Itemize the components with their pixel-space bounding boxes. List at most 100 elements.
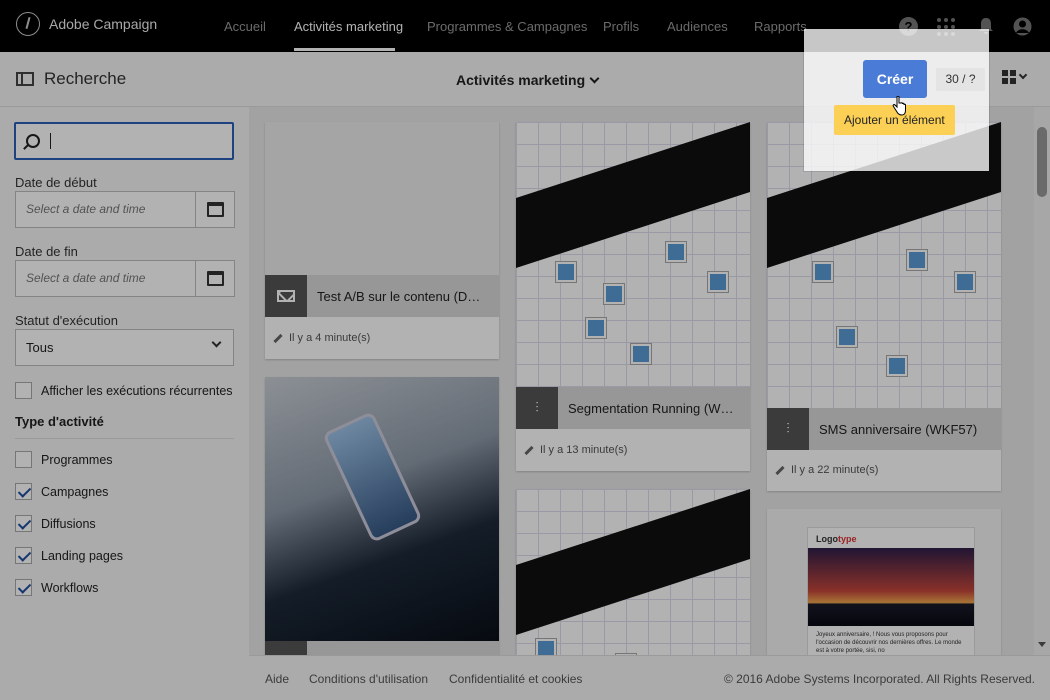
start-date-calendar-button[interactable]: [195, 192, 234, 227]
hand-cursor-icon: [892, 96, 906, 116]
card-title-bar: ⫶ SMS anniversaire (WKF57): [767, 408, 1001, 450]
search-icon: [26, 134, 40, 148]
nav-item-programmes-campagnes[interactable]: Programmes & Campagnes: [427, 19, 587, 34]
email-icon: [265, 275, 307, 317]
card-modified-time: Il y a 4 minute(s): [289, 332, 371, 344]
diffusions-label: Diffusions: [41, 516, 96, 531]
pencil-icon: [524, 445, 534, 455]
sidebar-panel-icon: [16, 72, 34, 86]
activity-type-campagnes[interactable]: Campagnes: [15, 483, 108, 500]
card-title-bar: Test A/B sur le contenu (DM...: [265, 275, 499, 317]
card-title-bar: [265, 641, 499, 655]
nav-item-audiences[interactable]: Audiences: [667, 19, 728, 34]
card-title: Test A/B sur le contenu (DM...: [317, 288, 487, 304]
nav-item-activites-marketing[interactable]: Activités marketing: [294, 19, 403, 34]
birthday-email-preview: Logotype Joyeux anniversaire, ! Nous vou…: [807, 527, 975, 655]
card-thumbnail: [516, 122, 750, 387]
activity-card[interactable]: ⫶ Segmentation Running (WK... Il y a 13 …: [516, 122, 750, 471]
scrollbar-thumb[interactable]: [1037, 127, 1047, 197]
text-caret: [50, 133, 51, 149]
end-date-field[interactable]: Select a date and time: [15, 260, 235, 297]
activity-type-programmes[interactable]: Programmes: [15, 451, 113, 468]
card-thumbnail: [265, 122, 499, 275]
activity-type-workflows[interactable]: Workflows: [15, 579, 98, 596]
workflows-checkbox[interactable]: [15, 579, 32, 596]
workflow-icon: ⫶: [516, 387, 558, 429]
recurring-executions-label: Afficher les exécutions récurrentes: [41, 383, 233, 398]
recurring-executions-option[interactable]: Afficher les exécutions récurrentes: [15, 382, 233, 399]
activity-type-landing-pages[interactable]: Landing pages: [15, 547, 123, 564]
status-select[interactable]: Tous: [15, 329, 234, 366]
status-label: Statut d'exécution: [15, 313, 118, 328]
card-meta: Il y a 4 minute(s): [273, 332, 370, 344]
activity-grid: Test A/B sur le contenu (DM... Il y a 4 …: [249, 107, 1034, 655]
activity-type-diffusions[interactable]: Diffusions: [15, 515, 96, 532]
end-date-calendar-button[interactable]: [195, 261, 234, 296]
app-name: Adobe Campaign: [49, 16, 158, 32]
search-panel-toggle[interactable]: Recherche: [16, 69, 126, 89]
footer-link-help[interactable]: Aide: [265, 672, 289, 686]
card-title: SMS anniversaire (WKF57): [819, 421, 978, 437]
card-thumbnail: [265, 377, 499, 641]
footer-link-terms[interactable]: Conditions d'utilisation: [309, 672, 428, 686]
email-icon: [265, 641, 307, 655]
chevron-down-icon: [589, 73, 600, 83]
main-scrollbar[interactable]: [1034, 107, 1050, 655]
footer-link-privacy[interactable]: Confidentialité et cookies: [449, 672, 582, 686]
chevron-down-icon: [1018, 70, 1028, 80]
card-thumbnail: [516, 489, 750, 655]
recurring-executions-checkbox[interactable]: [15, 382, 32, 399]
footer: Aide Conditions d'utilisation Confidenti…: [249, 655, 1050, 700]
activity-card[interactable]: [265, 377, 499, 655]
brand[interactable]: Adobe Campaign: [16, 12, 157, 36]
sunset-image: [808, 548, 974, 626]
search-input[interactable]: [14, 122, 234, 160]
scroll-down-icon[interactable]: [1038, 642, 1046, 647]
campagnes-label: Campagnes: [41, 484, 109, 499]
diffusions-checkbox[interactable]: [15, 515, 32, 532]
divider: [15, 438, 234, 439]
pencil-icon: [273, 333, 283, 343]
birthday-email-text: Joyeux anniversaire, ! Nous vous proposo…: [816, 632, 962, 654]
chevron-down-icon: [211, 337, 222, 348]
user-icon[interactable]: [1013, 17, 1032, 36]
activity-card[interactable]: ⫶ SMS anniversaire (WKF57) Il y a 22 min…: [767, 122, 1001, 491]
programmes-label: Programmes: [41, 452, 113, 467]
calendar-icon: [206, 271, 224, 286]
card-meta: Il y a 13 minute(s): [524, 444, 627, 456]
view-selector[interactable]: Activités marketing: [456, 72, 600, 88]
nav-item-rapports[interactable]: Rapports: [754, 19, 807, 34]
end-date-label: Date de fin: [15, 244, 78, 259]
filter-sidebar: Date de début Select a date and time Dat…: [0, 107, 249, 700]
activity-card[interactable]: Logotype Joyeux anniversaire, ! Nous vou…: [767, 509, 1001, 655]
card-title: Segmentation Running (WK...: [568, 400, 738, 416]
pencil-icon: [775, 465, 785, 475]
start-date-field[interactable]: Select a date and time: [15, 191, 235, 228]
calendar-icon: [206, 202, 224, 217]
card-modified-time: Il y a 22 minute(s): [791, 464, 879, 476]
view-switcher[interactable]: [1002, 70, 1028, 84]
create-button-highlighted[interactable]: Créer: [863, 60, 927, 98]
workflow-icon: ⫶: [767, 408, 809, 450]
phone-image: [322, 410, 423, 544]
activity-type-title: Type d'activité: [15, 414, 104, 429]
card-title-bar: ⫶ Segmentation Running (WK...: [516, 387, 750, 429]
card-meta: Il y a 22 minute(s): [775, 464, 878, 476]
card-modified-time: Il y a 13 minute(s): [540, 444, 628, 456]
nav-item-accueil[interactable]: Accueil: [224, 19, 266, 34]
activity-card[interactable]: Test A/B sur le contenu (DM... Il y a 4 …: [265, 122, 499, 359]
landing-pages-label: Landing pages: [41, 548, 124, 563]
activity-card[interactable]: [516, 489, 750, 655]
start-date-placeholder: Select a date and time: [26, 202, 146, 216]
campagnes-checkbox[interactable]: [15, 483, 32, 500]
start-date-label: Date de début: [15, 175, 97, 190]
end-date-placeholder: Select a date and time: [26, 271, 146, 285]
logotype-text: Logotype: [816, 534, 857, 544]
search-toggle-label: Recherche: [44, 69, 127, 88]
status-value: Tous: [26, 340, 54, 355]
tile-view-icon: [1002, 70, 1016, 84]
landing-pages-checkbox[interactable]: [15, 547, 32, 564]
adobe-campaign-logo-icon: [16, 12, 40, 36]
programmes-checkbox[interactable]: [15, 451, 32, 468]
nav-item-profils[interactable]: Profils: [603, 19, 639, 34]
